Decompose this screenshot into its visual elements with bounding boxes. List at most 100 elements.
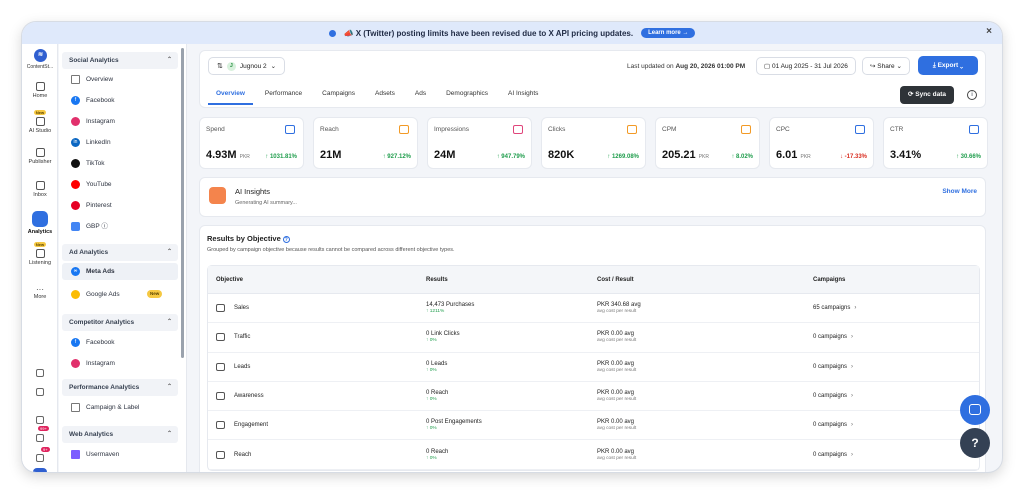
help-icon[interactable]: ? [282, 236, 290, 243]
campaigns-link[interactable]: 0 campaigns › [805, 440, 979, 470]
sidebar-item-tiktok[interactable]: TikTok [62, 155, 178, 172]
sidebar-item-label: YouTube [86, 181, 112, 188]
rail-more[interactable]: ··· More [22, 285, 58, 300]
tab-ads[interactable]: Ads [407, 85, 434, 105]
info-icon[interactable]: i [967, 90, 977, 100]
icon-rail: ≋ ContentSt... Home New AI Studio Publis… [22, 44, 58, 472]
chat-icon[interactable] [36, 454, 44, 462]
tab-ai-insights[interactable]: AI Insights [500, 85, 546, 105]
learn-more-button[interactable]: Learn more → [641, 28, 696, 38]
column-header: Results [418, 266, 589, 294]
column-header: Campaigns [805, 266, 979, 294]
gift-icon[interactable] [36, 416, 44, 424]
chevron-right-icon: › [851, 422, 854, 429]
wallet-icon [285, 125, 295, 134]
chatbot-button[interactable] [960, 395, 990, 425]
brand-logo-icon[interactable]: ≋ [34, 49, 47, 62]
sidebar-item-facebook[interactable]: f Facebook [62, 92, 178, 109]
sparkle-icon [209, 187, 226, 204]
rail-analytics-label: Analytics [27, 229, 53, 235]
tab-adsets[interactable]: Adsets [367, 85, 403, 105]
analytics-sidebar: Social Analytics ⌃ Overview f Facebook In… [59, 44, 187, 472]
section-performance-analytics[interactable]: Performance Analytics ⌃ [62, 379, 178, 396]
cost-value: PKR 0.00 avg [597, 331, 635, 338]
campaigns-link[interactable]: 0 campaigns › [805, 353, 979, 382]
pinterest-icon [71, 201, 80, 210]
tab-performance[interactable]: Performance [257, 85, 310, 105]
sidebar-item-campaign-label[interactable]: Campaign & Label [62, 399, 178, 416]
tab-demographics[interactable]: Demographics [438, 85, 496, 105]
sidebar-item-pinterest[interactable]: Pinterest [62, 197, 178, 214]
close-icon[interactable]: × [986, 26, 992, 37]
workspace-logo-icon[interactable] [33, 468, 47, 472]
rail-home[interactable]: Home [22, 82, 58, 99]
connect-icon[interactable] [36, 369, 44, 377]
rail-publisher[interactable]: Publisher [22, 148, 58, 165]
sidebar-item-competitor-instagram[interactable]: Instagram [62, 355, 178, 372]
metric-value: 3.41% [890, 149, 921, 161]
rail-inbox-label: Inbox [33, 192, 47, 198]
share-button[interactable]: ↪ Share ⌄ [862, 57, 910, 75]
sidebar-item-google-ads[interactable]: Google Ads New [62, 286, 178, 303]
section-ad-analytics[interactable]: Ad Analytics ⌃ [62, 244, 178, 261]
rail-analytics[interactable]: Analytics [22, 211, 58, 235]
tab-campaigns[interactable]: Campaigns [314, 85, 363, 105]
export-label: Export [937, 62, 959, 69]
campaigns-link[interactable]: 0 campaigns › [805, 382, 979, 412]
export-button[interactable]: ⤓ Export ⌄ [918, 56, 978, 75]
metric-number: 205.21 [662, 149, 696, 161]
cost-value: PKR 0.00 avg [597, 419, 635, 426]
sidebar-scrollbar[interactable] [181, 48, 184, 358]
column-header: Cost / Result [589, 266, 805, 294]
sidebar-item-gbp[interactable]: GBP ⓘ [62, 218, 178, 235]
megaphone-icon [216, 392, 225, 401]
date-range-picker[interactable]: ▢ 01 Aug 2025 - 31 Jul 2026 [756, 57, 856, 75]
cost-caption: avg cost per result [597, 338, 637, 344]
account-selector[interactable]: ⇅ J Jugnou 2 ⌄ [208, 57, 286, 75]
cursor-icon [627, 125, 637, 134]
cost-caption: avg cost per result [597, 397, 637, 403]
sidebar-item-linkedin[interactable]: in LinkedIn [62, 134, 178, 151]
result-change: ↑ 0% [426, 367, 437, 373]
sidebar-item-usermaven[interactable]: Usermaven [62, 446, 178, 463]
section-web-analytics[interactable]: Web Analytics ⌃ [62, 426, 178, 443]
sidebar-item-youtube[interactable]: YouTube [62, 176, 178, 193]
result-value: 0 Post Engagements [426, 419, 482, 426]
rail-listening[interactable]: New Listening [22, 242, 58, 266]
date-range-value: 01 Aug 2025 - 31 Jul 2026 [771, 63, 848, 70]
campaigns-count: 0 campaigns [813, 334, 848, 341]
sidebar-item-instagram[interactable]: Instagram [62, 113, 178, 130]
metric-label: Impressions [434, 126, 470, 133]
show-more-link[interactable]: Show More [942, 188, 977, 195]
chevron-right-icon: › [851, 393, 854, 400]
sync-data-button[interactable]: ⟳ Sync data [900, 86, 954, 104]
help-button[interactable]: ? [960, 428, 990, 458]
rail-ai-studio[interactable]: New AI Studio [22, 110, 58, 134]
sidebar-item-meta-ads[interactable]: ∞ Meta Ads [62, 263, 178, 280]
rail-inbox[interactable]: Inbox [22, 181, 58, 198]
campaigns-link[interactable]: 65 campaigns › [805, 294, 979, 324]
chevron-up-icon: ⌃ [166, 319, 172, 325]
metric-value: 21M [320, 149, 341, 161]
campaigns-link[interactable]: 0 campaigns › [805, 323, 979, 353]
bell-icon[interactable] [36, 434, 44, 442]
result-value: 0 Link Clicks [426, 331, 460, 338]
sidebar-item-competitor-facebook[interactable]: f Facebook [62, 334, 178, 351]
metric-label: CTR [890, 126, 904, 133]
ai-insights-card: AI Insights Generating AI summary... Sho… [199, 177, 986, 217]
book-icon[interactable] [36, 388, 44, 396]
section-competitor-analytics[interactable]: Competitor Analytics ⌃ [62, 314, 178, 331]
metric-number: 24M [434, 149, 456, 161]
section-social-analytics[interactable]: Social Analytics ⌃ [62, 52, 178, 69]
metric-unit: PKR [698, 154, 709, 160]
campaigns-count: 65 campaigns [813, 305, 851, 312]
objective-name: Awareness [234, 393, 264, 400]
tab-overview[interactable]: Overview [208, 85, 253, 105]
notification-badge: 99+ [38, 426, 49, 431]
sidebar-item-overview[interactable]: Overview [62, 71, 178, 88]
metric-number: 21M [320, 149, 342, 161]
objective-subtitle: Grouped by campaign objective because re… [207, 247, 455, 253]
sidebar-item-label: Facebook [86, 339, 115, 346]
image-icon [513, 125, 523, 134]
campaigns-link[interactable]: 0 campaigns › [805, 411, 979, 441]
